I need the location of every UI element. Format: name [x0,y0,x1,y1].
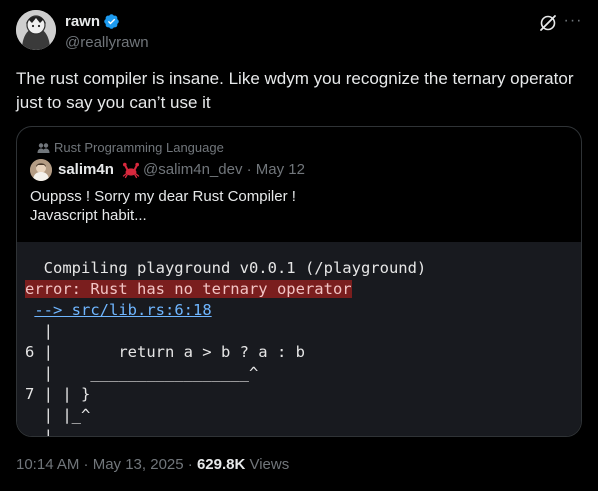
source-location-link: --> src/lib.rs:6:18 [34,301,212,319]
community-label[interactable]: Rust Programming Language [37,140,224,156]
code-line-brace: 7 | | } [25,385,91,403]
code-line-underline: | _________________^ [25,364,259,382]
author-avatar[interactable] [16,10,56,50]
author-name[interactable]: rawn [65,13,100,31]
tweet-metadata: 10:14 AM · May 13, 2025 · 629.8K Views [16,456,289,474]
views-label: Views [245,456,290,473]
code-line-gutter-end: | [25,427,53,437]
quote-text-line-2: Javascript habit... [30,207,147,224]
community-name: Rust Programming Language [54,140,224,155]
code-line-caret: | |_^ [25,406,91,424]
community-icon [37,143,50,153]
code-line-location: --> src/lib.rs:6:18 [25,300,212,320]
quote-author-name[interactable]: salim4n [58,161,114,179]
code-line-error: error: Rust has no ternary operator [25,279,352,299]
code-line-compiling: Compiling playground v0.0.1 (/playground… [25,259,427,277]
code-screenshot[interactable]: Compiling playground v0.0.1 (/playground… [17,242,581,437]
quote-author-avatar[interactable] [30,159,52,181]
verified-badge-icon [103,13,120,30]
error-message: error: Rust has no ternary operator [25,280,352,298]
code-line-gutter: | [25,322,53,340]
quoted-tweet[interactable]: Rust Programming Language salim4n @salim… [16,126,582,437]
quote-author-handle-and-date[interactable]: @salim4n_dev · May 12 [143,161,305,179]
code-line-return: 6 | return a > b ? a : b [25,343,305,361]
crab-emoji-icon [122,161,140,179]
author-handle[interactable]: @reallyrawn [65,34,149,52]
tweet-timestamp[interactable]: 10:14 AM · May 13, 2025 · [16,456,197,473]
quote-text-line-1: Ouppss ! Sorry my dear Rust Compiler ! [30,188,296,205]
grok-icon[interactable] [537,12,559,34]
tweet-text: The rust compiler is insane. Like wdym y… [16,69,574,112]
tweet-header: rawn @reallyrawn ··· [16,10,582,54]
views-count: 629.8K [196,456,246,473]
more-options-icon[interactable]: ··· [562,12,584,34]
quote-text: Ouppss ! Sorry my dear Rust Compiler ! J… [30,187,296,225]
